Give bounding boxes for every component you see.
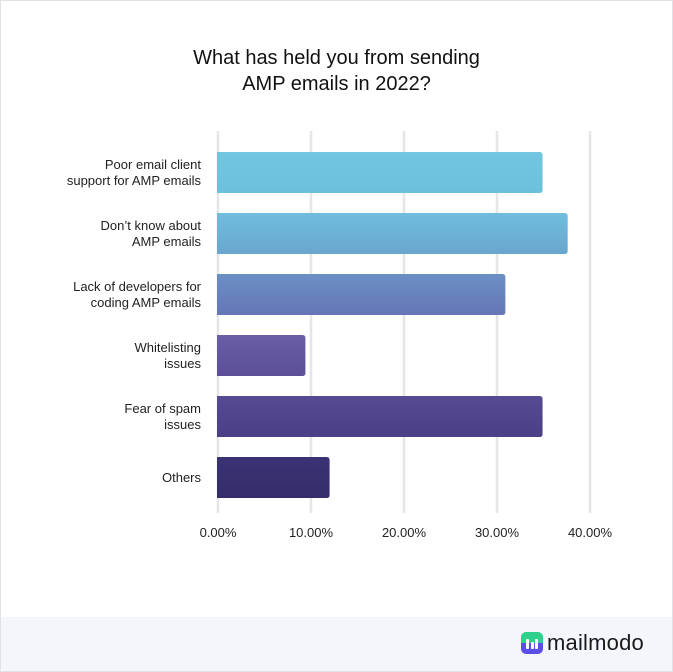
- bar: [217, 335, 306, 376]
- category-label: Others: [162, 470, 202, 485]
- x-tick-label: 10.00%: [289, 525, 334, 540]
- bars: [217, 152, 568, 498]
- x-tick-label: 40.00%: [568, 525, 613, 540]
- brand-name: mailmodo: [547, 630, 644, 655]
- category-label: Whitelisting issues: [135, 340, 202, 371]
- category-labels: Poor email client support for AMP emails D…: [67, 157, 202, 485]
- category-label: Poor email client support for AMP emails: [67, 157, 202, 188]
- x-tick-label: 20.00%: [382, 525, 427, 540]
- brand-logo: mailmodo: [521, 632, 644, 654]
- category-label: Don’t know about AMP emails: [101, 218, 202, 249]
- bar: [217, 457, 330, 498]
- bar: [217, 152, 543, 193]
- bar: [217, 396, 543, 437]
- bar: [217, 213, 568, 254]
- x-tick-label: 0.00%: [200, 525, 237, 540]
- category-label: Fear of spam issues: [124, 401, 201, 432]
- x-tick-label: 30.00%: [475, 525, 520, 540]
- bar-chart: Poor email client support for AMP emails D…: [67, 131, 613, 540]
- x-tick-labels: 0.00% 10.00% 20.00% 30.00% 40.00%: [200, 525, 613, 540]
- bar: [217, 274, 506, 315]
- category-label: Lack of developers for coding AMP emails: [73, 279, 202, 310]
- mailmodo-logo-icon: [521, 632, 543, 654]
